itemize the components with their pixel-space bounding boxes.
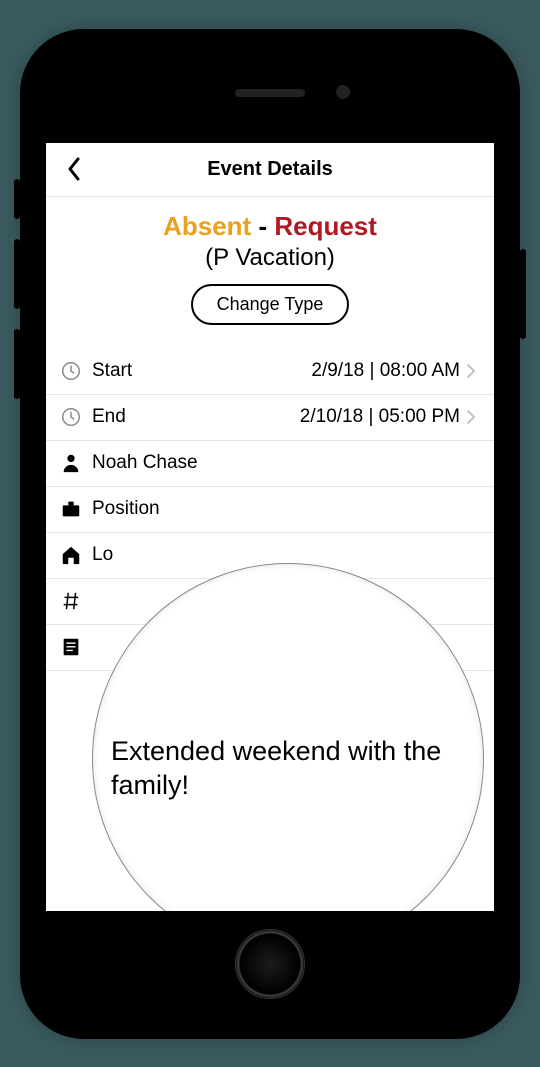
status-separator: -: [251, 211, 274, 241]
note-icon: [56, 636, 86, 658]
home-button[interactable]: [235, 929, 305, 999]
phone-camera: [336, 85, 350, 99]
status-request: Request: [274, 211, 377, 241]
person-row: Noah Chase: [46, 441, 494, 487]
chevron-right-icon: [466, 406, 480, 428]
status-absent: Absent: [163, 211, 251, 241]
start-row[interactable]: Start 2/9/18 | 08:00 AM: [46, 349, 494, 395]
side-button: [14, 239, 20, 309]
position-row: Position: [46, 487, 494, 533]
start-label: Start: [92, 360, 132, 382]
start-value: 2/9/18 | 08:00 AM: [132, 360, 460, 382]
chevron-right-icon: [466, 360, 480, 382]
change-type-button[interactable]: Change Type: [191, 284, 350, 325]
clock-icon: [56, 406, 86, 428]
back-button[interactable]: [58, 153, 90, 185]
briefcase-icon: [56, 498, 86, 520]
side-button: [14, 179, 20, 219]
phone-speaker: [235, 89, 305, 97]
hashtag-icon: [56, 590, 86, 612]
end-label: End: [92, 406, 126, 428]
home-icon: [56, 544, 86, 566]
end-row[interactable]: End 2/10/18 | 05:00 PM: [46, 395, 494, 441]
event-header: Absent - Request (P Vacation) Change Typ…: [46, 197, 494, 349]
nav-bar: Event Details: [46, 143, 494, 197]
person-icon: [56, 452, 86, 474]
side-button: [14, 329, 20, 399]
location-label: Lo: [92, 544, 113, 566]
clock-icon: [56, 360, 86, 382]
note-text: Extended weekend with the family!: [111, 715, 465, 803]
event-subtype: (P Vacation): [58, 244, 482, 272]
phone-frame: Event Details Absent - Request (P Vacati…: [20, 29, 520, 1039]
side-button: [520, 249, 526, 339]
app-screen: Event Details Absent - Request (P Vacati…: [46, 143, 494, 911]
position-label: Position: [92, 498, 160, 520]
end-value: 2/10/18 | 05:00 PM: [126, 406, 460, 428]
page-title: Event Details: [207, 158, 333, 181]
back-icon: [66, 157, 82, 181]
event-status: Absent - Request: [58, 211, 482, 242]
person-name: Noah Chase: [92, 452, 198, 474]
